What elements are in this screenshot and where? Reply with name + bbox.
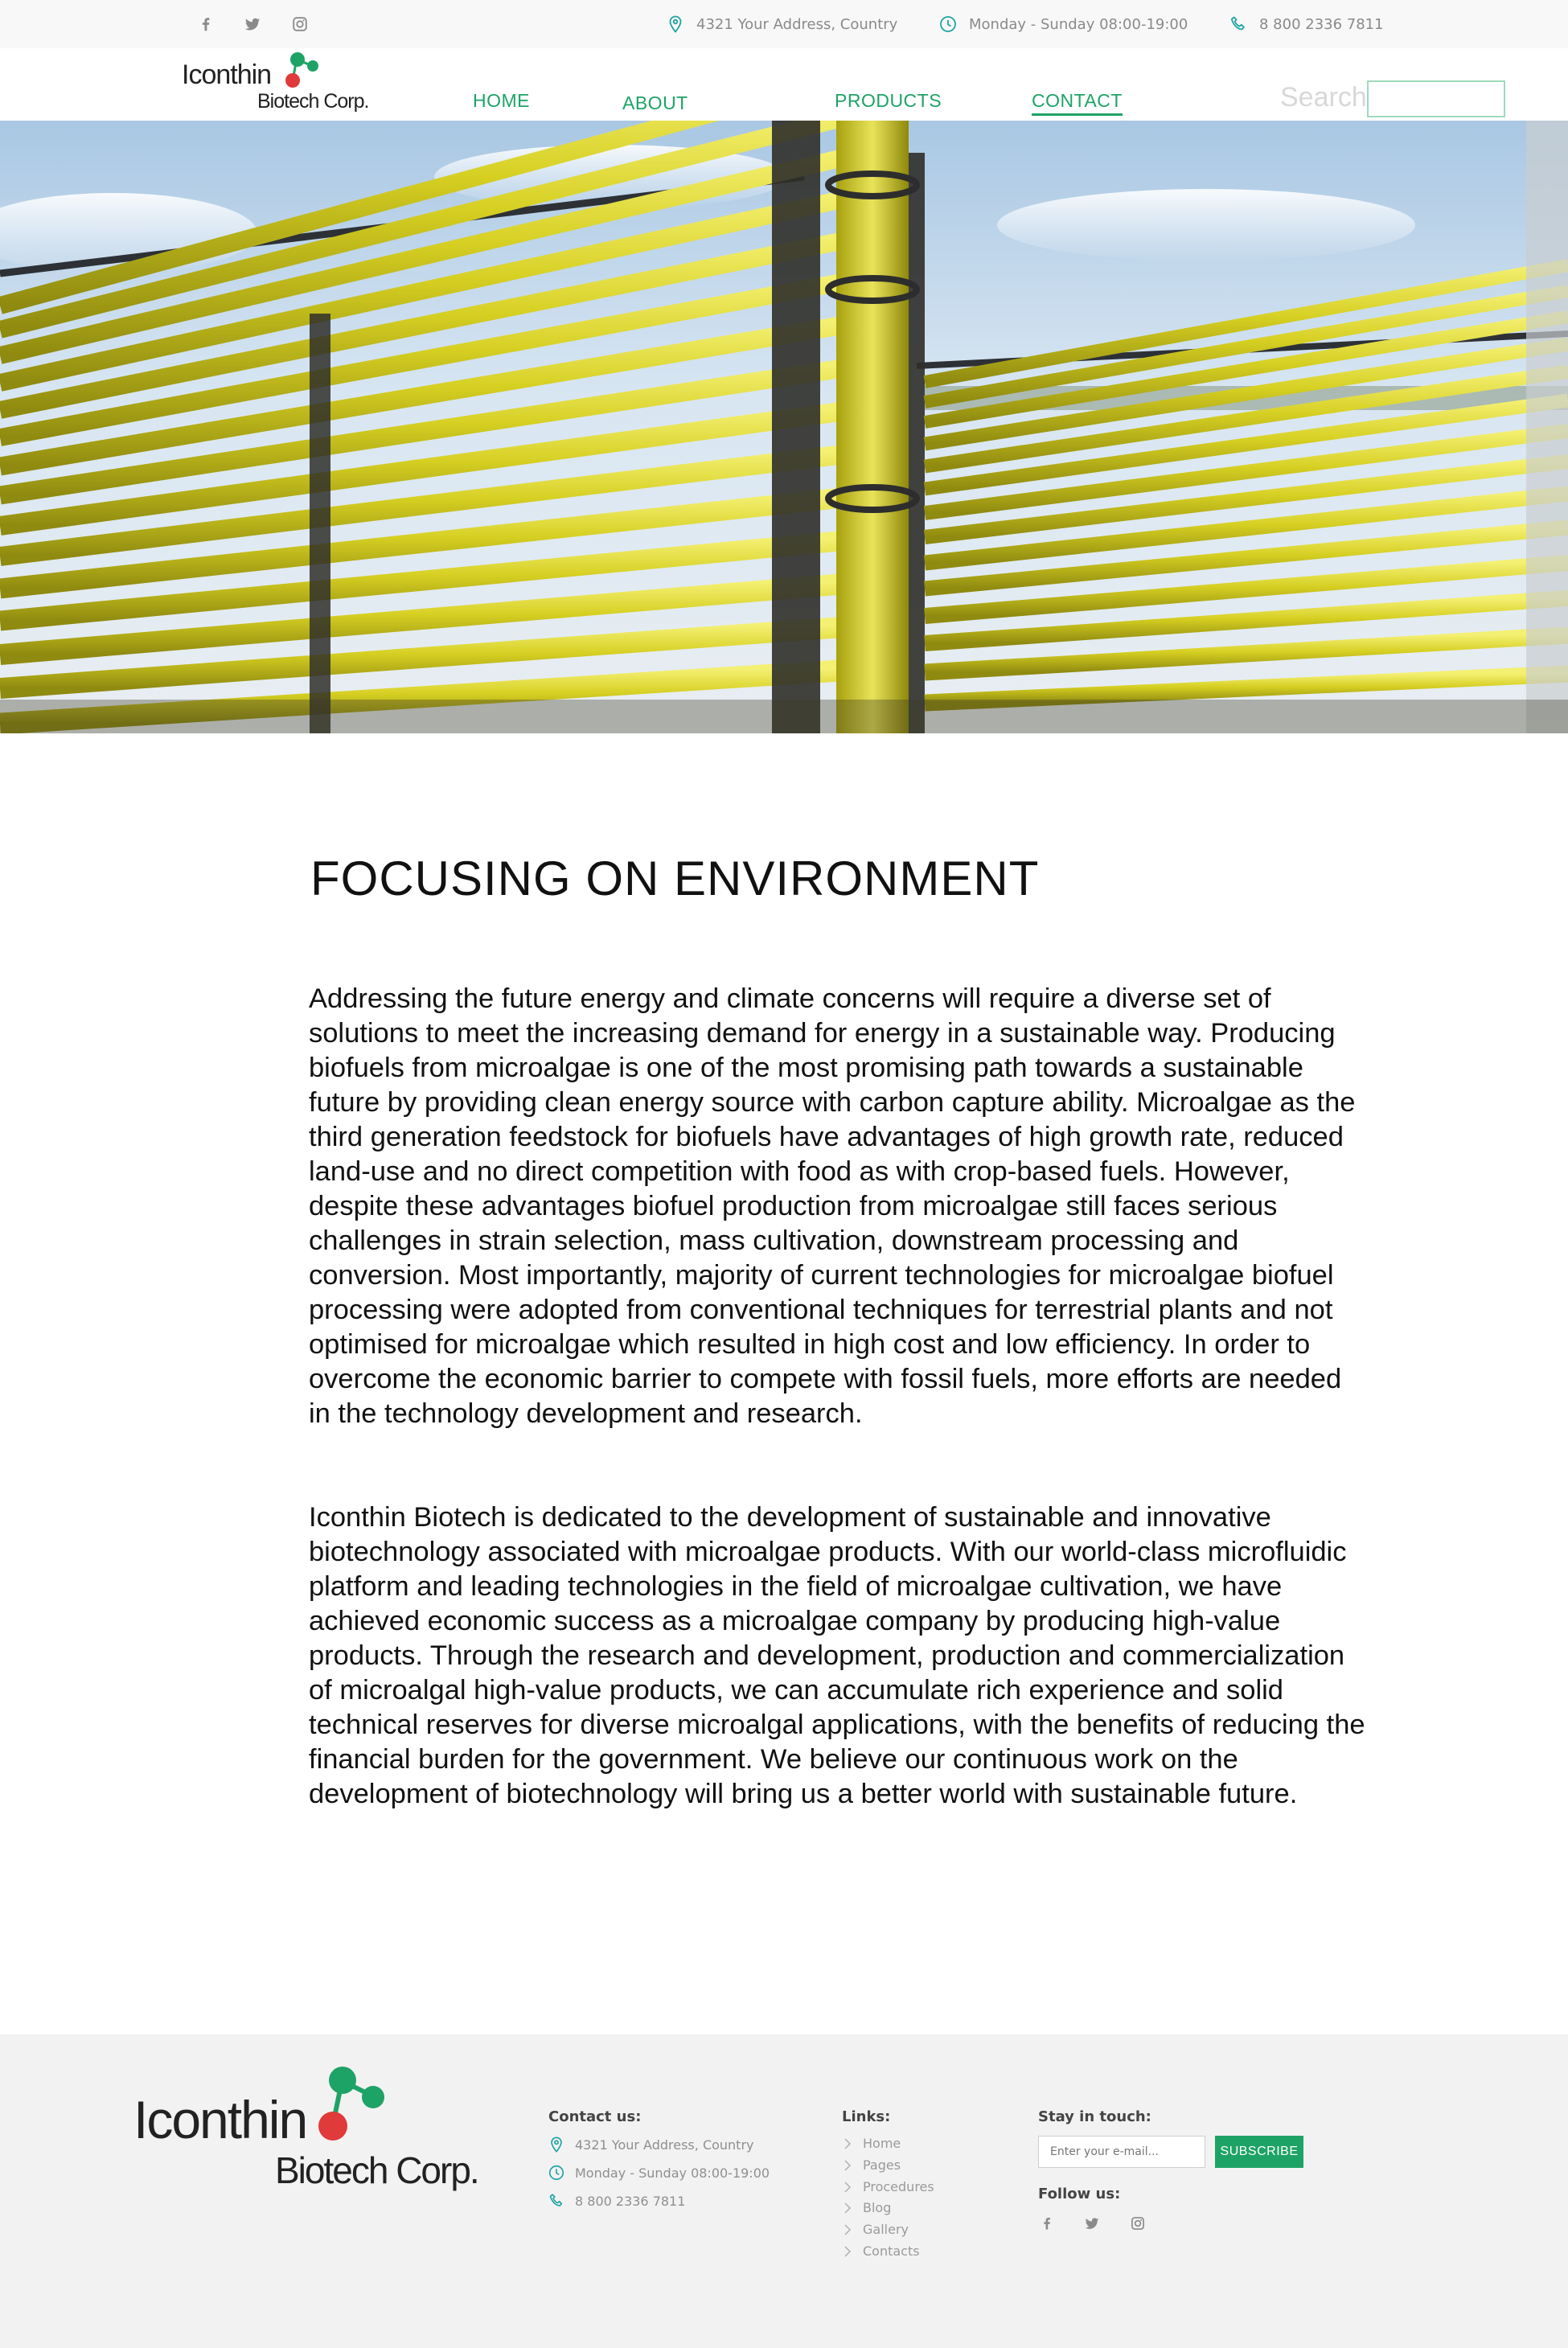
photobioreactor-tubes-image [0,121,1568,733]
footer-hours: Monday - Sunday 08:00-19:00 [548,2164,770,2182]
footer-hours-text: Monday - Sunday 08:00-19:00 [575,2165,770,2181]
top-bar: 4321 Your Address, Country Monday - Sund… [0,0,1568,48]
logo-wordmark: Iconthin [182,60,272,90]
footer-clock-icon [548,2165,564,2181]
footer-link-blog[interactable]: Blog [844,2200,891,2215]
chevron-right-icon [844,2181,852,2193]
search-input[interactable] [1367,80,1505,117]
map-pin-icon [669,15,682,33]
footer-link-home[interactable]: Home [844,2136,901,2151]
logo-subtitle: Biotech Corp. [257,90,369,113]
phone-icon [1230,16,1245,31]
footer-link-contacts[interactable]: Contacts [844,2243,920,2259]
facebook-icon[interactable] [195,13,217,35]
footer-phone-text: 8 800 2336 7811 [575,2193,686,2209]
footer-link-label: Procedures [863,2179,934,2194]
footer-twitter-icon[interactable] [1082,2213,1102,2234]
footer-instagram-icon[interactable] [1127,2213,1148,2234]
newsletter-email-input[interactable] [1038,2136,1205,2168]
footer-link-procedures[interactable]: Procedures [844,2179,934,2194]
subscribe-button[interactable]: SUBSCRIBE [1215,2136,1303,2168]
top-phone-text: 8 800 2336 7811 [1259,15,1384,33]
top-address: 4321 Your Address, Country [666,13,897,35]
footer-follow-heading: Follow us: [1038,2186,1121,2202]
twitter-icon[interactable] [241,13,264,35]
footer-facebook-icon[interactable] [1036,2213,1057,2234]
footer-link-gallery[interactable]: Gallery [844,2222,909,2237]
search-label: Search [1280,82,1367,113]
footer-link-label: Gallery [863,2222,909,2237]
logo[interactable]: Iconthin Biotech Corp. [182,48,369,121]
chevron-right-icon [844,2137,852,2149]
page-title: FOCUSING ON ENVIRONMENT [310,852,1040,905]
footer-link-label: Home [863,2136,901,2151]
chevron-right-icon [844,2159,852,2171]
footer-molecule-icon [318,2067,384,2141]
nav-home[interactable]: HOME [473,90,530,112]
right-tube-bank [923,259,1568,712]
intro-paragraph: Addressing the future energy and climate… [309,983,1356,1429]
chevron-right-icon [844,2223,852,2235]
clock-icon [940,16,956,32]
footer-stay-heading: Stay in touch: [1038,2108,1151,2125]
footer-phone-icon [549,2194,563,2206]
chevron-right-icon [844,2245,852,2257]
nav-about[interactable]: ABOUT [622,92,688,114]
footer-logo[interactable]: Iconthin Biotech Corp. [133,2065,480,2194]
hero-image [0,121,1568,733]
top-hours-text: Monday - Sunday 08:00-19:00 [969,15,1188,33]
footer-contact-heading: Contact us: [548,2108,642,2125]
footer-map-pin-icon [551,2137,562,2153]
footer-link-pages[interactable]: Pages [844,2157,901,2173]
footer-link-label: Pages [863,2157,901,2173]
top-hours: Monday - Sunday 08:00-19:00 [938,13,1188,35]
nav-contact[interactable]: CONTACT [1032,90,1123,116]
footer-phone: 8 800 2336 7811 [548,2192,685,2210]
main-header: Iconthin Biotech Corp. HOME ABOUT PRODUC… [0,48,1568,121]
footer-links-heading: Links: [842,2108,891,2125]
footer-link-label: Blog [863,2200,892,2215]
footer-link-label: Contacts [863,2243,920,2259]
footer-logo-subtitle: Biotech Corp. [275,2149,480,2191]
footer-address: 4321 Your Address, Country [548,2136,754,2153]
instagram-icon[interactable] [289,13,311,35]
chevron-right-icon [844,2202,852,2214]
top-address-text: 4321 Your Address, Country [696,15,898,33]
top-phone: 8 800 2336 7811 [1229,13,1384,35]
company-paragraph: Iconthin Biotech is dedicated to the dev… [309,1502,1365,1809]
footer-address-text: 4321 Your Address, Country [575,2137,754,2153]
footer-logo-wordmark: Iconthin [133,2090,308,2149]
molecule-icon [285,52,318,88]
nav-products[interactable]: PRODUCTS [835,90,942,112]
